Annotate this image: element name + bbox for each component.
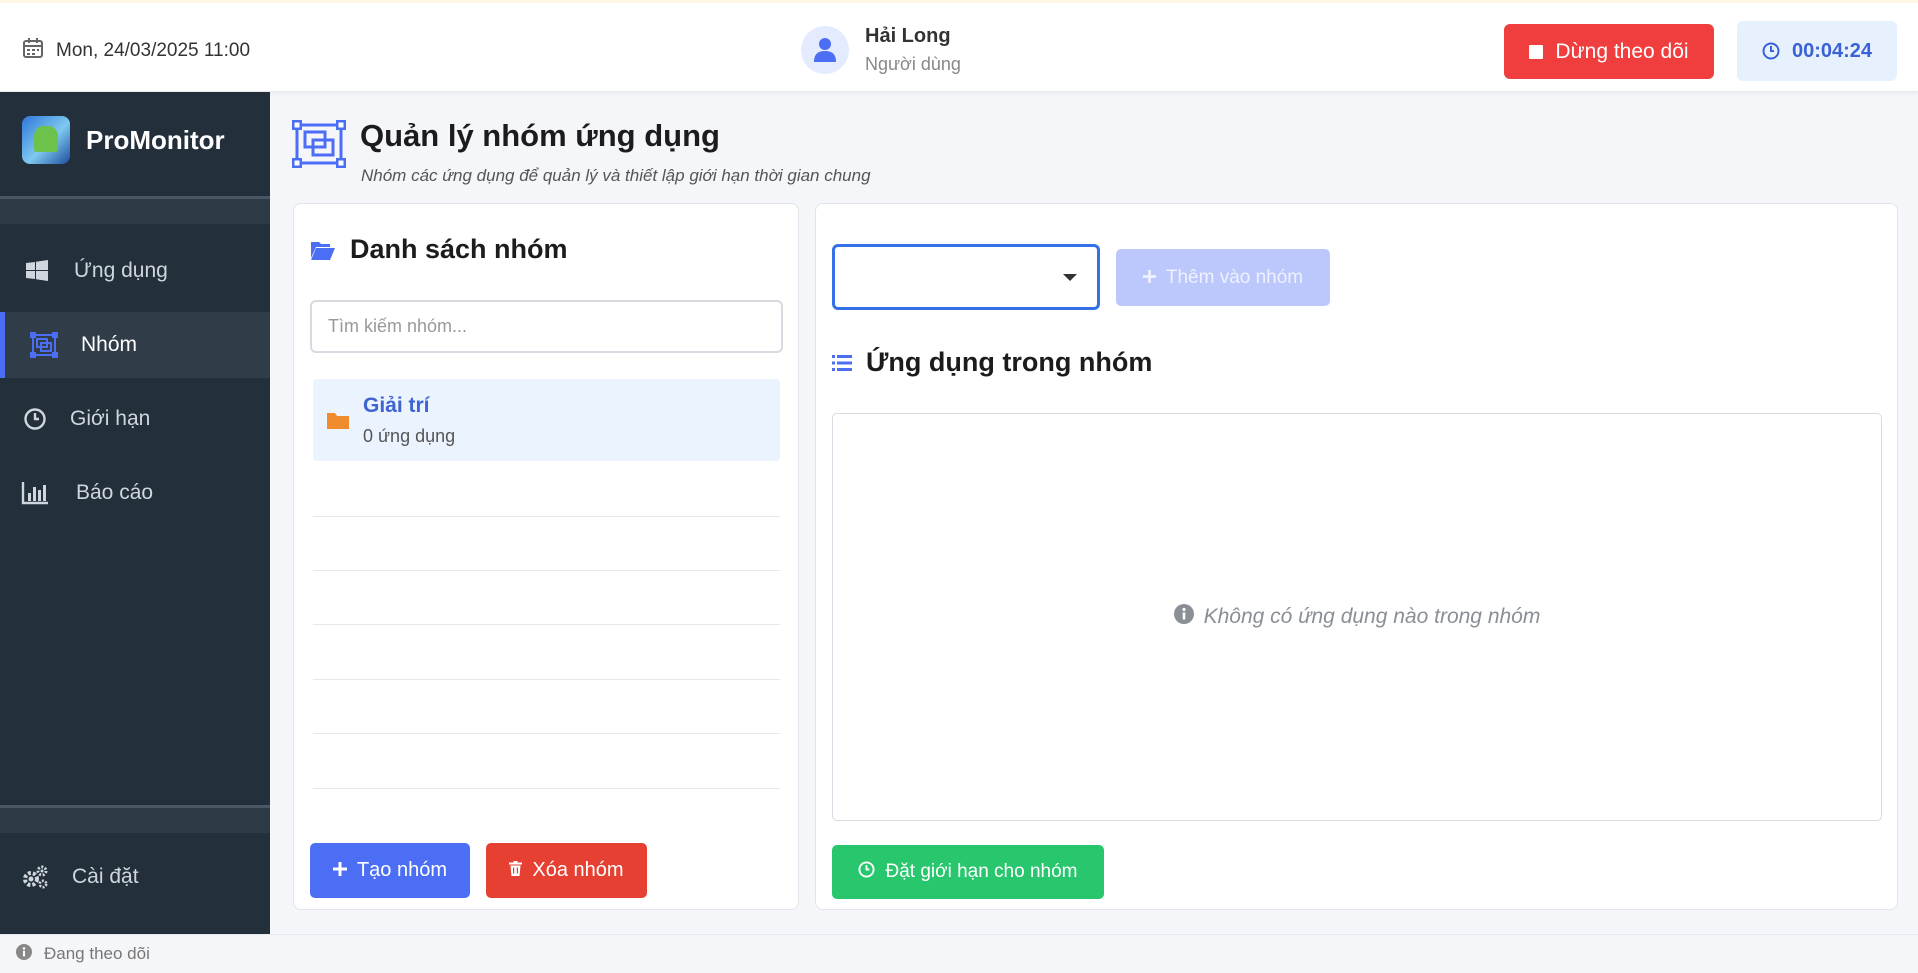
- avatar: [801, 26, 849, 74]
- sidebar: ProMonitor Ứng dụng Nhóm Giới hạn Báo cá…: [0, 92, 270, 934]
- top-bar: Mon, 24/03/2025 11:00 Hải Long Người dùn…: [0, 0, 1918, 92]
- sidebar-divider: [0, 805, 270, 833]
- object-group-icon: [292, 120, 346, 173]
- bar-chart-icon: [20, 481, 50, 505]
- group-app-count: 0 ứng dụng: [363, 425, 456, 446]
- list-divider: [313, 570, 780, 571]
- page-title: Quản lý nhóm ứng dụng: [360, 118, 720, 153]
- stop-icon: [1529, 44, 1544, 59]
- folder-open-icon: [311, 241, 335, 260]
- create-group-button[interactable]: Tạo nhóm: [310, 843, 470, 898]
- sidebar-divider: [0, 196, 270, 224]
- group-search-input[interactable]: [310, 300, 783, 353]
- user-info: Hải Long Người dùng: [801, 25, 961, 75]
- stop-tracking-button[interactable]: Dừng theo dõi: [1504, 24, 1714, 79]
- trash-icon: [509, 859, 523, 882]
- clock-icon: [1762, 42, 1780, 60]
- sidebar-item-label: Báo cáo: [76, 481, 154, 504]
- group-apps-title: Ứng dụng trong nhóm: [832, 347, 1152, 378]
- info-icon: [16, 943, 32, 965]
- sidebar-item-label: Ứng dụng: [74, 259, 168, 282]
- sidebar-item-label: Cài đặt: [72, 865, 139, 888]
- gears-icon: [20, 864, 50, 890]
- clock-icon: [20, 407, 50, 431]
- clock-icon: [858, 860, 876, 884]
- object-group-icon: [29, 332, 59, 358]
- app-logo: [22, 116, 70, 164]
- page-subtitle: Nhóm các ứng dụng để quản lý và thiết lậ…: [361, 166, 871, 185]
- app-select-dropdown[interactable]: [832, 244, 1100, 310]
- group-list-title: Danh sách nhóm: [310, 234, 568, 265]
- windows-icon: [22, 259, 52, 283]
- group-name: Giải trí: [363, 393, 430, 417]
- group-list-panel: Danh sách nhóm Giải trí 0 ứng dụng Tạo n…: [293, 203, 799, 910]
- group-item-giai-tri[interactable]: Giải trí 0 ứng dụng: [313, 379, 780, 461]
- datetime-text: Mon, 24/03/2025 11:00: [56, 40, 251, 61]
- delete-group-button[interactable]: Xóa nhóm: [486, 843, 647, 898]
- sidebar-item-apps[interactable]: Ứng dụng: [0, 238, 270, 304]
- list-divider: [313, 679, 780, 680]
- tracking-timer: 00:04:24: [1737, 21, 1897, 81]
- set-group-limit-button[interactable]: Đặt giới hạn cho nhóm: [832, 845, 1104, 899]
- timer-value: 00:04:24: [1791, 39, 1873, 62]
- list-divider: [313, 788, 780, 789]
- calendar-icon: [22, 37, 44, 65]
- caret-down-icon: [1063, 274, 1077, 281]
- add-to-group-button[interactable]: Thêm vào nhóm: [1116, 249, 1330, 306]
- user-name: Hải Long: [865, 25, 951, 47]
- empty-state-message: Không có ứng dụng nào trong nhóm: [833, 604, 1881, 630]
- date-display: Mon, 24/03/2025 11:00: [22, 37, 250, 65]
- user-role: Người dùng: [865, 54, 961, 74]
- plus-icon: [332, 859, 347, 882]
- list-divider: [313, 624, 780, 625]
- info-icon: [1173, 604, 1194, 630]
- list-icon: [832, 354, 852, 371]
- sidebar-item-limits[interactable]: Giới hạn: [0, 386, 270, 452]
- sidebar-item-label: Giới hạn: [70, 407, 151, 430]
- list-divider: [313, 516, 780, 517]
- status-text: Đang theo dõi: [44, 944, 150, 963]
- status-bar: Đang theo dõi: [0, 934, 1918, 973]
- sidebar-item-label: Nhóm: [81, 333, 138, 356]
- sidebar-item-groups[interactable]: Nhóm: [0, 312, 270, 378]
- group-detail-panel: Thêm vào nhóm Ứng dụng trong nhóm Không …: [815, 203, 1898, 910]
- sidebar-item-reports[interactable]: Báo cáo: [0, 460, 270, 526]
- plus-icon: [1142, 267, 1156, 289]
- sidebar-item-settings[interactable]: Cài đặt: [0, 844, 270, 910]
- user-icon: [814, 38, 836, 62]
- brand-name: ProMonitor: [86, 124, 225, 155]
- stop-tracking-label: Dừng theo dõi: [1555, 39, 1689, 63]
- folder-icon: [315, 410, 361, 430]
- group-apps-list: Không có ứng dụng nào trong nhóm: [832, 413, 1882, 821]
- list-divider: [313, 733, 780, 734]
- brand: ProMonitor: [22, 116, 225, 164]
